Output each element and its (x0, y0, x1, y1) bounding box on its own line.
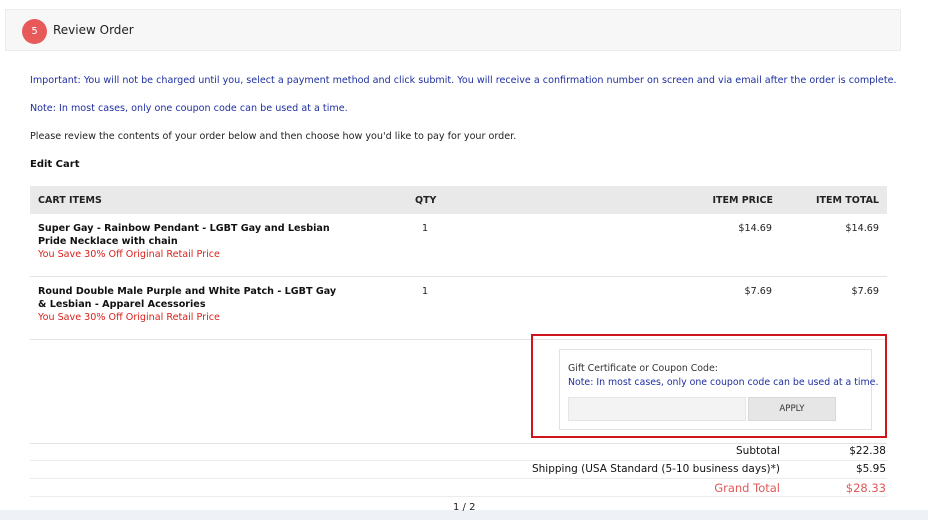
edit-cart-link[interactable]: Edit Cart (30, 159, 79, 170)
item-price-header: ITEM PRICE (712, 195, 773, 206)
table-row: Round Double Male Purple and White Patch… (30, 277, 887, 340)
shipping-row: Shipping (USA Standard (5-10 business da… (30, 461, 887, 479)
review-instructions: Please review the contents of your order… (30, 131, 517, 142)
coupon-note-message: Note: In most cases, only one coupon cod… (30, 103, 348, 114)
qty-header: QTY (415, 195, 437, 206)
table-row: Super Gay - Rainbow Pendant - LGBT Gay a… (30, 214, 887, 277)
item-qty: 1 (422, 223, 429, 234)
cart-items-header: CART ITEMS (38, 195, 102, 206)
order-totals: Subtotal $22.38 Shipping (USA Standard (… (30, 443, 887, 497)
item-qty: 1 (422, 286, 429, 297)
grand-total-label: Grand Total (714, 481, 780, 495)
coupon-code-input[interactable] (568, 397, 746, 421)
coupon-note: Note: In most cases, only one coupon cod… (568, 377, 879, 388)
grand-total-value: $28.33 (845, 481, 886, 495)
grand-total-row: Grand Total $28.33 (30, 479, 887, 497)
subtotal-label: Subtotal (736, 445, 780, 457)
cart-item-name: Round Double Male Purple and White Patch… (38, 285, 338, 324)
important-message: Important: You will not be charged until… (30, 75, 897, 86)
subtotal-row: Subtotal $22.38 (30, 443, 887, 461)
cart-table-header: CART ITEMS QTY ITEM PRICE ITEM TOTAL (30, 186, 887, 214)
step-title: Review Order (53, 23, 134, 37)
review-order-step-header: 5 Review Order (5, 9, 901, 51)
item-total: $14.69 (845, 223, 879, 234)
item-price: $7.69 (744, 286, 772, 297)
item-total: $7.69 (851, 286, 879, 297)
coupon-box: Gift Certificate or Coupon Code: Note: I… (559, 349, 878, 430)
cart-item-name: Super Gay - Rainbow Pendant - LGBT Gay a… (38, 222, 338, 261)
item-title: Round Double Male Purple and White Patch… (38, 286, 337, 310)
subtotal-value: $22.38 (849, 445, 886, 457)
item-title: Super Gay - Rainbow Pendant - LGBT Gay a… (38, 223, 330, 247)
coupon-label: Gift Certificate or Coupon Code: (568, 363, 718, 374)
page-indicator: 1 / 2 (453, 502, 476, 513)
apply-coupon-button[interactable]: APPLY (748, 397, 836, 421)
shipping-label: Shipping (USA Standard (5-10 business da… (531, 463, 780, 475)
shipping-value: $5.95 (855, 463, 886, 475)
step-number-badge: 5 (22, 19, 47, 44)
item-price: $14.69 (738, 223, 772, 234)
savings-text: You Save 30% Off Original Retail Price (38, 312, 220, 323)
savings-text: You Save 30% Off Original Retail Price (38, 249, 220, 260)
item-total-header: ITEM TOTAL (816, 195, 879, 206)
